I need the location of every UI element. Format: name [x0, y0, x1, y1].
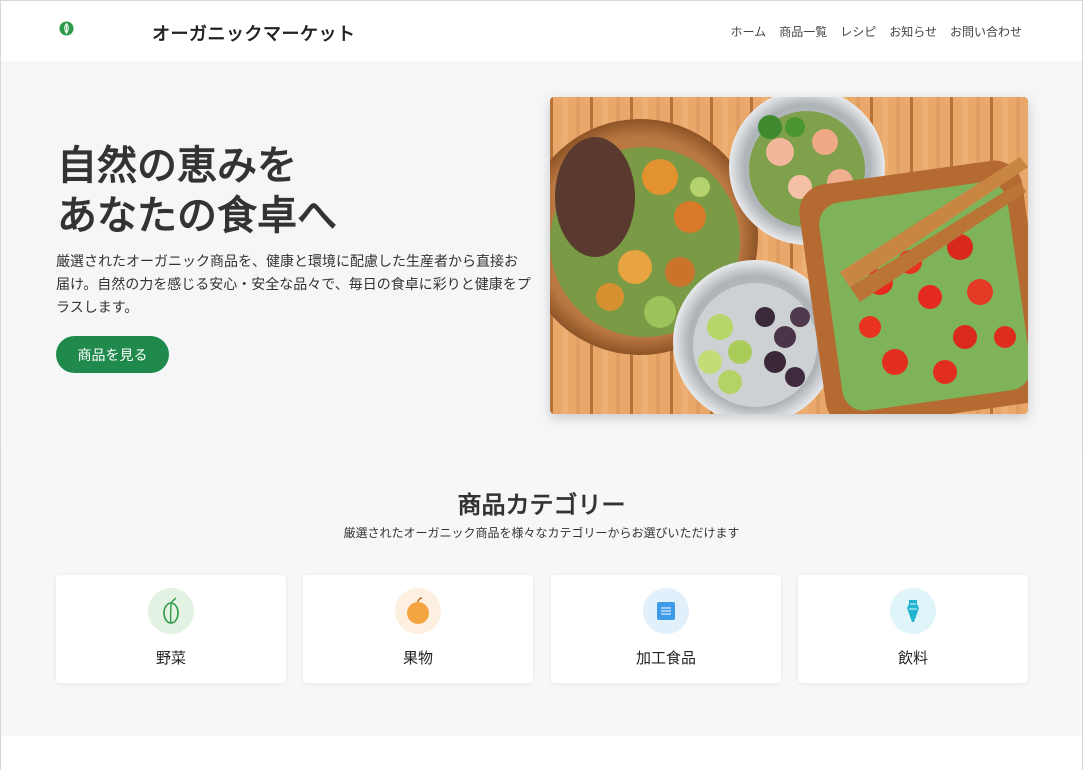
category-section: 商品カテゴリー 厳選されたオーガニック商品を様々なカテゴリーからお選びいただけま…: [1, 451, 1082, 736]
nav-recipes[interactable]: レシピ: [840, 23, 876, 40]
category-card-drinks[interactable]: 飲料: [798, 575, 1028, 683]
category-title: 商品カテゴリー: [457, 491, 626, 519]
leaf-logo-icon[interactable]: [59, 21, 74, 36]
site-header: オーガニックマーケット ホーム 商品一覧 レシピ お知らせ お問い合わせ: [1, 1, 1082, 61]
nav-home[interactable]: ホーム: [731, 23, 767, 40]
drink-icon: [890, 588, 936, 634]
site-title[interactable]: オーガニックマーケット: [152, 20, 356, 46]
view-products-button[interactable]: 商品を見る: [56, 336, 169, 373]
hero-description: 厳選されたオーガニック商品を、健康と環境に配慮した生産者から直接お届け。自然の力…: [56, 254, 531, 316]
category-label-fruits: 果物: [402, 649, 433, 667]
hero-food-image: [550, 97, 1028, 414]
category-card-processed-foods[interactable]: 加工食品: [551, 575, 781, 683]
orange-icon: [395, 588, 441, 634]
nav-products[interactable]: 商品一覧: [779, 23, 827, 40]
category-label-processed-foods: 加工食品: [635, 649, 696, 667]
category-card-vegetables[interactable]: 野菜: [56, 575, 286, 683]
category-label-vegetables: 野菜: [155, 649, 186, 667]
page-bottom: [1, 736, 1082, 770]
nav-news[interactable]: お知らせ: [889, 23, 937, 40]
hero-title-line1: 自然の恵みを: [57, 143, 297, 189]
vegetable-icon: [148, 588, 194, 634]
nav-contact[interactable]: お問い合わせ: [950, 23, 1022, 40]
main-nav: ホーム 商品一覧 レシピ お知らせ お問い合わせ: [731, 23, 1022, 40]
category-card-fruits[interactable]: 果物: [303, 575, 533, 683]
package-icon: [643, 588, 689, 634]
hero-section: 自然の恵みを あなたの食卓へ 厳選されたオーガニック商品を、健康と環境に配慮した…: [1, 61, 1082, 451]
category-label-drinks: 飲料: [897, 649, 928, 667]
category-subtitle: 厳選されたオーガニック商品を様々なカテゴリーからお選びいただけます: [343, 526, 740, 540]
hero-title-line2: あなたの食卓へ: [57, 193, 337, 239]
hero-title: 自然の恵みを あなたの食卓へ: [57, 141, 337, 241]
